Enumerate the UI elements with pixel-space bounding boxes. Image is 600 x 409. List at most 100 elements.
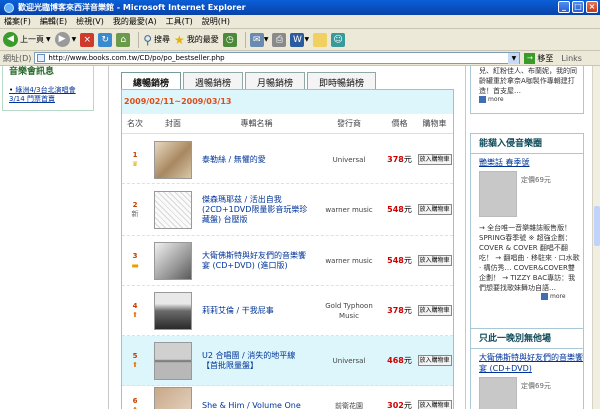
go-button[interactable]: → 移至 — [524, 52, 553, 64]
rank-number: 6 — [132, 396, 138, 405]
album-name[interactable]: U2 合唱團 / 消失的地平線【首批限量盤】 — [198, 351, 315, 371]
tab-realtime[interactable]: 即時暢銷榜 — [307, 72, 377, 89]
vertical-scrollbar[interactable] — [592, 66, 600, 409]
close-button[interactable]: × — [586, 1, 598, 13]
album-cover[interactable] — [479, 377, 517, 409]
tab-weekly[interactable]: 週暢銷榜 — [183, 72, 244, 89]
more-icon — [541, 293, 548, 300]
concert-info-title: 音樂會訊息 — [9, 67, 55, 77]
more-icon — [479, 96, 486, 103]
menu-edit[interactable]: 編輯(E) — [40, 16, 67, 27]
menu-file[interactable]: 檔案(F) — [4, 16, 31, 27]
table-header: 名次 封面 專輯名稱 發行商 價格 購物車 — [122, 114, 453, 134]
add-to-cart-button[interactable]: 放入購物車 — [417, 154, 452, 165]
price: 548 — [387, 256, 404, 265]
publisher: warner music — [325, 205, 373, 214]
add-to-cart-button[interactable]: 放入購物車 — [417, 400, 452, 409]
home-icon[interactable]: ⌂ — [116, 32, 131, 47]
concert-info-box: 音樂會訊息 • 綠洲4/3台北演唱會 3/14 門票首賣 — [2, 66, 94, 111]
album-cover[interactable] — [154, 386, 192, 409]
scrollbar-thumb[interactable] — [594, 206, 600, 246]
discuss-icon[interactable] — [313, 32, 328, 47]
bestseller-section: 總暢銷榜 週暢銷榜 月暢銷榜 即時暢銷榜 2009/02/11~2009/03/… — [108, 66, 466, 409]
rank-up-icon: ⬆ — [122, 406, 148, 409]
maximize-button[interactable]: □ — [572, 1, 584, 13]
back-arrow-icon: ◀ — [3, 32, 18, 47]
promo-box-top: 兒、紅粉佳人、布蘭妮，我的同齡罐重於拿奈A咖製作專輯建打造！首支屋… more — [470, 66, 584, 114]
star-icon: ★ — [174, 32, 185, 47]
rank-number: 3 — [132, 251, 138, 260]
stop-icon[interactable]: × — [80, 32, 95, 47]
window-title-bar: 歡迎光臨博客來西洋音樂館 - Microsoft Internet Explor… — [0, 0, 600, 15]
toolbar: ◀ 上一頁 ▼ ▶ ▼ × ↻ ⌂ ⚲ 搜尋 ★ 我的最愛 ◷ ✉ ▼ ⎙ W ▼ ☺ — [0, 29, 600, 51]
table-row: 6 ⬆ She & Him / Volume One 前衛花園 302元 放入購… — [122, 386, 453, 409]
forward-button[interactable]: ▶ ▼ — [54, 32, 76, 47]
promo-price: 定價69元 — [521, 176, 551, 184]
menu-tools[interactable]: 工具(T) — [166, 16, 193, 27]
album-name[interactable]: 泰勒絲 / 無懼的愛 — [198, 155, 315, 165]
promo-title: 只此一晚別無他場 — [471, 329, 583, 349]
address-url: http://www.books.com.tw/CD/po/po_bestsel… — [48, 54, 225, 62]
promo-title: 能貓入侵音樂圈 — [471, 134, 583, 154]
album-name[interactable]: 傑森瑪耶茲 / 活出自我 (2CD+1DVD限量影音玩樂珍藏盤) 台壓版 — [198, 195, 315, 225]
promo-link[interactable]: 艷樂話 春季號 — [471, 157, 583, 168]
tab-overall[interactable]: 總暢銷榜 — [121, 72, 182, 90]
more-link[interactable]: more — [541, 293, 566, 300]
publisher: Universal — [332, 356, 366, 365]
rank-number: 4 — [132, 301, 138, 310]
promo-description: → 全台唯一音樂雜誌販售版！ SPRING春季號 ※ 超強企劃：COVER & … — [479, 224, 580, 292]
album-name[interactable]: 莉莉艾倫 / 干我屁事 — [198, 306, 315, 316]
address-input[interactable]: http://www.books.com.tw/CD/po/po_bestsel… — [34, 52, 521, 64]
album-name[interactable]: 大衛佛斯特與好友們的音樂饗宴 (CD+DVD) (進口版) — [198, 251, 315, 271]
add-to-cart-button[interactable]: 放入購物車 — [417, 355, 452, 366]
price: 378 — [387, 306, 404, 315]
minimize-button[interactable]: _ — [558, 1, 570, 13]
album-cover[interactable] — [154, 241, 192, 280]
tab-monthly[interactable]: 月暢銷榜 — [245, 72, 306, 89]
history-icon[interactable]: ◷ — [222, 32, 237, 47]
search-button[interactable]: ⚲ 搜尋 — [143, 33, 170, 47]
publisher: warner music — [325, 256, 373, 265]
publisher: Universal — [332, 155, 366, 164]
links-button[interactable]: Links — [561, 54, 582, 63]
rank-up-icon: ⬆ — [132, 360, 138, 369]
rank-number: 1 — [132, 150, 138, 159]
messenger-icon[interactable]: ☺ — [331, 32, 346, 47]
add-to-cart-button[interactable]: 放入購物車 — [417, 204, 452, 215]
address-dropdown-icon[interactable]: ▼ — [508, 52, 520, 64]
album-cover[interactable] — [154, 291, 192, 330]
chart-tabs: 總暢銷榜 週暢銷榜 月暢銷榜 即時暢銷榜 — [121, 72, 378, 90]
promo-link[interactable]: 大衛佛斯特與好友們的音樂饗宴 (CD+DVD) — [471, 352, 583, 374]
print-icon[interactable]: ⎙ — [272, 32, 287, 47]
back-button[interactable]: ◀ 上一頁 ▼ — [3, 32, 51, 47]
new-badge: 新 — [131, 209, 139, 218]
header-name: 專輯名稱 — [240, 119, 273, 128]
more-link[interactable]: more — [479, 96, 504, 103]
menu-view[interactable]: 檢視(V) — [76, 16, 104, 27]
magazine-cover[interactable] — [479, 171, 517, 217]
mail-icon[interactable]: ✉ — [249, 32, 264, 47]
menu-help[interactable]: 說明(H) — [202, 16, 230, 27]
header-cart: 購物車 — [422, 119, 447, 128]
address-bar: 網址(D) http://www.books.com.tw/CD/po/po_b… — [0, 51, 600, 66]
bestseller-panel: 2009/02/11~2009/03/13 名次 封面 專輯名稱 發行商 價格 … — [121, 89, 454, 409]
concert-info-link[interactable]: • 綠洲4/3台北演唱會 3/14 門票首賣 — [9, 86, 90, 104]
add-to-cart-button[interactable]: 放入購物車 — [417, 255, 452, 266]
favorites-button[interactable]: ★ 我的最愛 — [174, 33, 219, 47]
add-to-cart-button[interactable]: 放入購物車 — [417, 305, 452, 316]
edit-icon[interactable]: W — [290, 32, 305, 47]
album-cover[interactable] — [154, 341, 192, 380]
price: 468 — [387, 356, 404, 365]
rank-number: 2 — [132, 200, 138, 209]
album-name[interactable]: She & Him / Volume One — [198, 401, 315, 409]
refresh-icon[interactable]: ↻ — [98, 32, 113, 47]
header-cover: 封面 — [165, 119, 181, 128]
page-icon — [37, 54, 46, 62]
menu-favorites[interactable]: 我的最愛(A) — [113, 16, 157, 27]
album-cover[interactable] — [154, 190, 192, 229]
header-rank: 名次 — [127, 119, 143, 128]
table-row: 1 ♛ 泰勒絲 / 無懼的愛 Universal 378元 放入購物車 — [122, 136, 453, 184]
table-row: 5 ⬆ U2 合唱團 / 消失的地平線【首批限量盤】 Universal 468… — [122, 336, 453, 386]
left-column: 音樂會訊息 • 綠洲4/3台北演唱會 3/14 門票首賣 — [0, 66, 96, 409]
album-cover[interactable] — [154, 140, 192, 179]
